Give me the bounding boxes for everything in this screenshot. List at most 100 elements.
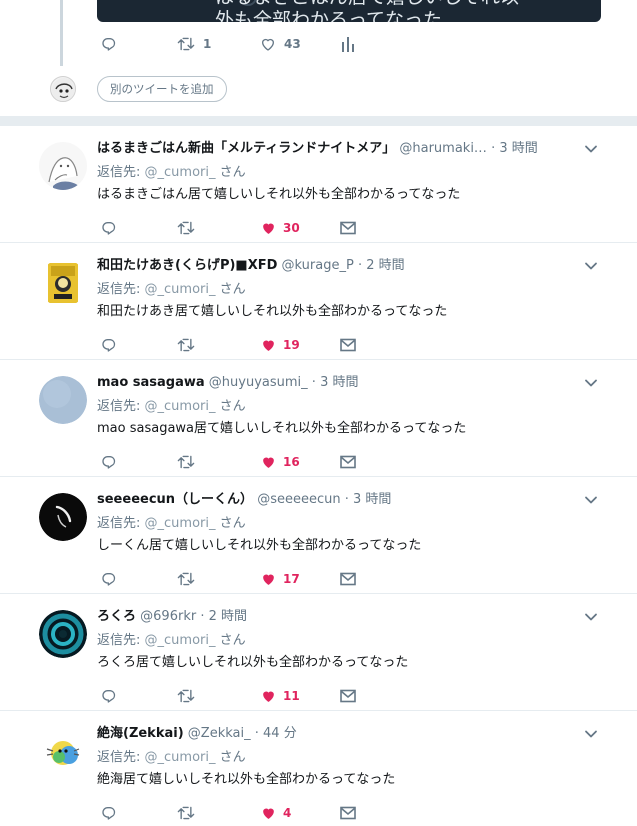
more-options-button[interactable] <box>582 491 600 509</box>
like-button[interactable]: 17 <box>260 569 300 589</box>
user-handle[interactable]: @696rkr <box>140 609 196 624</box>
reply-button[interactable] <box>101 335 117 355</box>
reply-tweet[interactable]: 和田たけあき(くらげP)■XFD @kurage_P · 2 時間 返信先: @… <box>0 243 637 360</box>
heart-filled-icon <box>263 691 274 702</box>
user-handle[interactable]: @harumaki… <box>399 141 487 156</box>
direct-message-button[interactable] <box>340 803 356 823</box>
user-handle[interactable]: @kurage_P <box>282 258 354 273</box>
mention-link[interactable]: @_cumori_ <box>145 516 216 531</box>
retweet-icon <box>177 455 195 469</box>
character-avatar-icon <box>39 727 87 775</box>
timestamp[interactable]: 2 時間 <box>366 258 404 273</box>
replying-to-suffix: さん <box>219 750 246 765</box>
reply-button[interactable] <box>101 686 117 706</box>
more-options-button[interactable] <box>582 725 600 743</box>
envelope-icon <box>340 338 356 352</box>
timestamp[interactable]: 3 時間 <box>499 141 537 156</box>
reply-button[interactable] <box>101 452 117 472</box>
mention-link[interactable]: @_cumori_ <box>145 750 216 765</box>
more-options-button[interactable] <box>582 257 600 275</box>
reply-tweet[interactable]: seeeeecun（しーくん） @seeeeecun · 3 時間 返信先: @… <box>0 477 637 594</box>
tweet-media-card[interactable]: はるまきごはん居て嬉しいしそれ以 外も全部わかるってなった <box>97 0 601 22</box>
more-options-button[interactable] <box>582 140 600 158</box>
like-button[interactable]: 4 <box>260 803 291 823</box>
reply-button[interactable] <box>101 36 117 52</box>
retweet-button[interactable] <box>177 569 195 589</box>
reply-header: 絶海(Zekkai) @Zekkai_ · 44 分 <box>97 724 572 744</box>
display-name[interactable]: 和田たけあき(くらげP)■XFD <box>97 258 277 273</box>
direct-message-button[interactable] <box>340 218 356 238</box>
reply-button[interactable] <box>101 218 117 238</box>
more-options-button[interactable] <box>582 374 600 392</box>
avatar[interactable] <box>39 142 87 190</box>
like-count: 16 <box>283 455 300 469</box>
like-button[interactable]: 16 <box>260 452 300 472</box>
like-count: 30 <box>283 221 300 235</box>
separator-dot: · <box>254 726 259 741</box>
timestamp[interactable]: 44 分 <box>263 726 297 741</box>
like-button[interactable]: 11 <box>260 686 300 706</box>
avatar[interactable] <box>39 493 87 541</box>
avatar[interactable] <box>39 376 87 424</box>
retweet-button[interactable] <box>177 452 195 472</box>
chevron-down-icon <box>585 496 597 504</box>
replying-to-label: 返信先: <box>97 165 141 180</box>
user-handle[interactable]: @seeeeecun <box>257 492 340 507</box>
reply-icon <box>102 38 116 51</box>
direct-message-button[interactable] <box>340 686 356 706</box>
media-text-line2: 外も全部わかるってなった <box>215 9 443 22</box>
add-another-tweet-button[interactable]: 別のツイートを追加 <box>97 76 227 102</box>
avatar[interactable] <box>39 610 87 658</box>
replying-to: 返信先: @_cumori_ さん <box>97 398 246 416</box>
retweet-button[interactable] <box>177 218 195 238</box>
replying-to-label: 返信先: <box>97 633 141 648</box>
retweet-button[interactable] <box>177 686 195 706</box>
like-count: 19 <box>283 338 300 352</box>
media-text-line1: はるまきごはん居て嬉しいしそれ以 <box>215 0 519 8</box>
mention-link[interactable]: @_cumori_ <box>145 282 216 297</box>
reply-button[interactable] <box>101 569 117 589</box>
like-button[interactable]: 43 <box>260 36 301 52</box>
reply-icon <box>102 222 116 235</box>
timestamp[interactable]: 2 時間 <box>209 609 247 624</box>
direct-message-button[interactable] <box>340 569 356 589</box>
retweet-button[interactable] <box>177 803 195 823</box>
user-handle[interactable]: @huyuyasumi_ <box>209 375 308 390</box>
direct-message-button[interactable] <box>340 452 356 472</box>
display-name[interactable]: はるまきごはん新曲「メルティランドナイトメア」 <box>97 141 395 156</box>
analytics-button[interactable] <box>341 36 355 52</box>
replying-to-suffix: さん <box>219 633 246 648</box>
replying-to: 返信先: @_cumori_ さん <box>97 632 246 650</box>
mention-link[interactable]: @_cumori_ <box>145 633 216 648</box>
timestamp[interactable]: 3 時間 <box>353 492 391 507</box>
replying-to: 返信先: @_cumori_ さん <box>97 164 246 182</box>
mention-link[interactable]: @_cumori_ <box>145 399 216 414</box>
reply-tweet[interactable]: ろくろ @696rkr · 2 時間 返信先: @_cumori_ さん ろくろ… <box>0 594 637 711</box>
reply-icon <box>102 456 116 469</box>
display-name[interactable]: 絶海(Zekkai) <box>97 726 184 741</box>
reply-button[interactable] <box>101 803 117 823</box>
reply-icon <box>102 573 116 586</box>
blue-gray-avatar-icon <box>39 376 87 424</box>
avatar[interactable] <box>39 727 87 775</box>
timestamp[interactable]: 3 時間 <box>320 375 358 390</box>
mention-link[interactable]: @_cumori_ <box>145 165 216 180</box>
section-separator <box>0 116 637 126</box>
tweet-text: mao sasagawa居て嬉しいしそれ以外も全部わかるってなった <box>97 421 467 436</box>
tweet-text: はるまきごはん居て嬉しいしそれ以外も全部わかるってなった <box>97 187 461 202</box>
display-name[interactable]: ろくろ <box>97 609 136 624</box>
display-name[interactable]: seeeeecun（しーくん） <box>97 492 253 507</box>
direct-message-button[interactable] <box>340 335 356 355</box>
reply-tweet[interactable]: 絶海(Zekkai) @Zekkai_ · 44 分 返信先: @_cumori… <box>0 711 637 826</box>
user-handle[interactable]: @Zekkai_ <box>188 726 251 741</box>
retweet-button[interactable] <box>177 335 195 355</box>
reply-tweet[interactable]: はるまきごはん新曲「メルティランドナイトメア」 @harumaki… · 3 時… <box>0 126 637 243</box>
reply-header: 和田たけあき(くらげP)■XFD @kurage_P · 2 時間 <box>97 256 572 276</box>
more-options-button[interactable] <box>582 608 600 626</box>
display-name[interactable]: mao sasagawa <box>97 375 205 390</box>
like-button[interactable]: 19 <box>260 335 300 355</box>
retweet-button[interactable]: 1 <box>177 36 211 52</box>
avatar[interactable] <box>39 259 87 307</box>
reply-tweet[interactable]: mao sasagawa @huyuyasumi_ · 3 時間 返信先: @_… <box>0 360 637 477</box>
like-button[interactable]: 30 <box>260 218 300 238</box>
